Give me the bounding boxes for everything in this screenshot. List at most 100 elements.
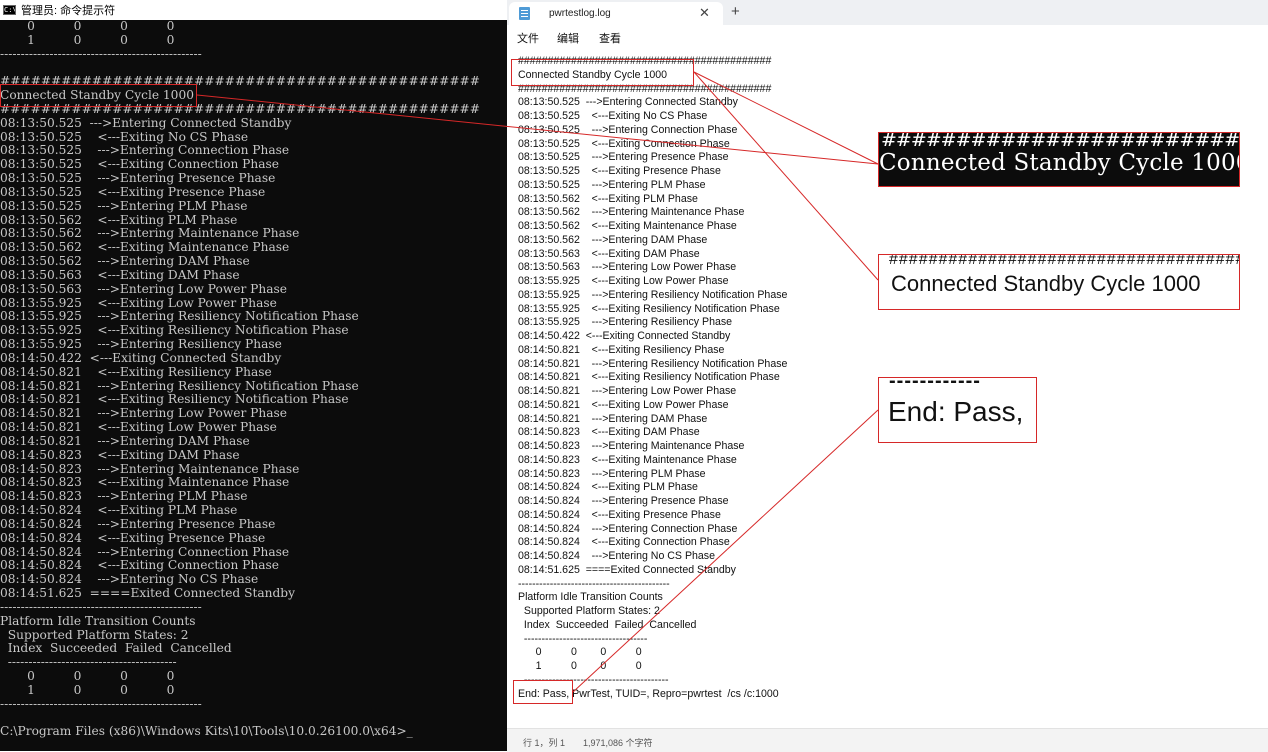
cmd-output-line: 0 0 0 0 bbox=[0, 669, 175, 683]
notepad-text-line: 08:14:50.821 --->Entering Resiliency Not… bbox=[518, 357, 788, 370]
cmd-titlebar[interactable]: C:\ 管理员: 命令提示符 bbox=[0, 0, 507, 20]
status-char-count: 1,971,086 个字符 bbox=[583, 738, 653, 748]
cmd-output-line: 08:13:55.925 --->Entering Resiliency Not… bbox=[0, 309, 359, 324]
zoom1-cycle-text: Connected Standby Cycle 1000 bbox=[879, 150, 1240, 176]
cmd-title: 管理员: 命令提示符 bbox=[21, 5, 116, 17]
tab-pwrtestlog[interactable]: pwrtestlog.log ✕ bbox=[509, 2, 723, 25]
cmd-output-line: 08:14:50.824 <---Exiting PLM Phase bbox=[0, 503, 238, 518]
notepad-text-line: Index Succeeded Failed Cancelled bbox=[518, 618, 697, 631]
notepad-text-line: 08:14:50.824 --->Entering Connection Pha… bbox=[518, 522, 738, 535]
cmd-output-line: 08:14:50.824 --->Entering Connection Pha… bbox=[0, 544, 290, 559]
notepad-text-line: 08:13:50.525 --->Entering PLM Phase bbox=[518, 178, 706, 191]
notepad-text-line: 08:13:50.562 --->Entering Maintenance Ph… bbox=[518, 206, 745, 219]
zoom-callout-end-pass: ------------ End: Pass, bbox=[878, 377, 1037, 443]
cmd-output-line: ----------------------------------------… bbox=[0, 696, 202, 711]
notepad-text-line: 08:13:50.525 <---Exiting Presence Phase bbox=[518, 165, 721, 177]
new-tab-button[interactable]: + bbox=[731, 3, 740, 20]
cmd-output-line: 08:13:50.562 <---Exiting Maintenance Pha… bbox=[0, 240, 290, 255]
notepad-text-line: 08:13:50.563 <---Exiting DAM Phase bbox=[518, 247, 700, 260]
cmd-window[interactable]: C:\ 管理员: 命令提示符 0 0 0 0 1 0 0 0 ----------… bbox=[0, 0, 507, 751]
status-position: 行 1，列 1 bbox=[523, 738, 566, 748]
cmd-output-line: 08:14:50.821 <---Exiting Resiliency Phas… bbox=[0, 364, 272, 379]
cmd-output-line: Supported Platform States: 2 bbox=[0, 627, 189, 642]
cmd-output-line: 08:14:50.422 <---Exiting Connected Stand… bbox=[0, 350, 282, 365]
cmd-output-line: ----------------------------------------… bbox=[0, 46, 202, 61]
cmd-output-line: Index Succeeded Failed Cancelled bbox=[0, 641, 232, 656]
cmd-output-line: 08:13:50.525 <---Exiting Presence Phase bbox=[0, 184, 266, 199]
cmd-output-line: 08:14:50.821 <---Exiting Low Power Phase bbox=[0, 420, 277, 435]
notepad-text-line: 08:13:55.925 --->Entering Resiliency Not… bbox=[518, 288, 788, 301]
notepad-text-line: 08:14:50.422 <---Exiting Connected Stand… bbox=[518, 330, 731, 342]
cmd-output-line: 08:13:50.562 --->Entering Maintenance Ph… bbox=[0, 226, 300, 241]
tab-title: pwrtestlog.log bbox=[549, 8, 611, 19]
cmd-output-line: ----------------------------------------… bbox=[0, 599, 202, 614]
zoom2-hash-line: ########################################… bbox=[889, 254, 1239, 268]
cmd-output-line: 1 0 0 0 bbox=[0, 32, 175, 47]
cmd-output-line: 08:14:50.823 <---Exiting DAM Phase bbox=[0, 447, 240, 462]
zoom-callout-notepad-cycle: ########################################… bbox=[878, 254, 1240, 310]
notepad-text-line: 08:13:55.925 <---Exiting Low Power Phase bbox=[518, 275, 729, 287]
notepad-text-line: 08:14:50.821 <---Exiting Resiliency Phas… bbox=[518, 343, 725, 356]
zoom2-cycle-text: Connected Standby Cycle 1000 bbox=[891, 271, 1201, 296]
notepad-tabbar: pwrtestlog.log ✕ + bbox=[507, 0, 1268, 25]
notepad-window[interactable]: pwrtestlog.log ✕ + 文件 编辑 查看 ############… bbox=[507, 0, 1268, 752]
close-icon[interactable]: ✕ bbox=[699, 5, 710, 21]
notepad-menubar: 文件 编辑 查看 bbox=[507, 25, 1268, 47]
cmd-output-line: 08:14:50.823 --->Entering PLM Phase bbox=[0, 489, 248, 504]
notepad-text-line: 08:13:55.925 --->Entering Resiliency Pha… bbox=[518, 316, 733, 329]
cmd-output-line: 08:14:50.821 --->Entering Resiliency Not… bbox=[0, 378, 359, 393]
notepad-text-line: 0 0 0 0 bbox=[518, 646, 642, 659]
cmd-output-line: 08:14:50.821 <---Exiting Resiliency Noti… bbox=[0, 392, 349, 407]
cmd-output-line: 08:14:50.821 --->Entering Low Power Phas… bbox=[0, 406, 287, 421]
notepad-text-line: 08:14:50.821 <---Exiting Resiliency Noti… bbox=[518, 371, 780, 384]
notepad-text-line: 08:13:55.925 <---Exiting Resiliency Noti… bbox=[518, 302, 780, 315]
cmd-output-line: 08:13:50.525 <---Exiting No CS Phase bbox=[0, 129, 249, 144]
cmd-output-line: 08:13:50.563 <---Exiting DAM Phase bbox=[0, 267, 240, 282]
menu-view[interactable]: 查看 bbox=[599, 30, 621, 46]
cmd-output-line: 08:13:50.525 --->Entering PLM Phase bbox=[0, 198, 248, 213]
notepad-text-line: 08:14:50.823 <---Exiting DAM Phase bbox=[518, 426, 700, 439]
zoom1-hash-line: ########################################… bbox=[881, 132, 1240, 151]
notepad-text-line: 08:14:50.821 --->Entering Low Power Phas… bbox=[518, 385, 737, 397]
cmd-output-line: 08:14:50.824 <---Exiting Connection Phas… bbox=[0, 558, 279, 573]
menu-file[interactable]: 文件 bbox=[517, 30, 539, 46]
notepad-text-line: 08:13:50.562 <---Exiting Maintenance Pha… bbox=[518, 220, 737, 232]
cmd-output-line: 08:13:55.925 --->Entering Resiliency Pha… bbox=[0, 337, 282, 352]
notepad-text-line: 1 0 0 0 bbox=[518, 660, 642, 672]
notepad-text-line: 08:14:50.823 <---Exiting Maintenance Pha… bbox=[518, 453, 737, 466]
cmd-output-line: 08:13:50.562 <---Exiting PLM Phase bbox=[0, 212, 238, 227]
cmd-output-line: Platform Idle Transition Counts bbox=[0, 613, 196, 628]
cmd-output-line: 08:13:50.525 --->Entering Presence Phase bbox=[0, 171, 276, 186]
notepad-text-line: 08:14:50.821 <---Exiting Low Power Phase bbox=[518, 398, 729, 411]
cmd-icon: C:\ bbox=[3, 5, 16, 15]
cmd-output-line: 08:13:55.925 <---Exiting Resiliency Noti… bbox=[0, 323, 349, 338]
zoom-callout-cmd-cycle: ########################################… bbox=[878, 132, 1240, 187]
cmd-output-line: 08:13:50.525 <---Exiting Connection Phas… bbox=[0, 157, 279, 172]
cmd-output-line: 1 0 0 0 bbox=[0, 682, 175, 697]
notepad-text-line: 08:13:50.562 --->Entering DAM Phase bbox=[518, 233, 708, 246]
menu-edit[interactable]: 编辑 bbox=[557, 30, 579, 46]
notepad-text-line: 08:14:50.821 --->Entering DAM Phase bbox=[518, 412, 708, 425]
cmd-output-line: 08:14:50.824 --->Entering No CS Phase bbox=[0, 572, 259, 587]
cmd-output-line: 08:14:50.823 --->Entering Maintenance Ph… bbox=[0, 461, 300, 476]
notepad-text-line: 08:14:50.823 --->Entering Maintenance Ph… bbox=[518, 440, 745, 452]
notepad-text-line: ----------------------------------------… bbox=[518, 577, 670, 590]
zoom3-dash-line: ------------ bbox=[889, 377, 981, 392]
notepad-end-pass-highlight-box bbox=[513, 680, 573, 704]
notepad-text-line: 08:13:50.525 <---Exiting Connection Phas… bbox=[518, 137, 730, 150]
notepad-statusbar: 行 1，列 1 1,971,086 个字符 bbox=[507, 728, 1268, 752]
notepad-text-line: Platform Idle Transition Counts bbox=[518, 591, 663, 604]
notepad-cycle-highlight-box bbox=[511, 59, 694, 86]
notepad-text-line: 08:13:50.525 --->Entering Connected Stan… bbox=[518, 96, 738, 109]
notepad-text-line: 08:14:50.824 <---Exiting PLM Phase bbox=[518, 481, 698, 494]
cmd-output-line: 08:13:50.563 --->Entering Low Power Phas… bbox=[0, 281, 287, 296]
notepad-text-line: 08:14:50.824 --->Entering Presence Phase bbox=[518, 495, 729, 507]
notepad-text-line: 08:13:50.562 <---Exiting PLM Phase bbox=[518, 192, 698, 205]
cmd-output-line: 08:13:50.525 --->Entering Connected Stan… bbox=[0, 115, 292, 130]
notepad-text-line: 08:13:50.563 --->Entering Low Power Phas… bbox=[518, 261, 737, 274]
cmd-cycle-highlight-box bbox=[0, 84, 197, 107]
notepad-text-line: 08:14:50.823 --->Entering PLM Phase bbox=[518, 467, 706, 480]
cmd-output-line: 08:14:50.824 <---Exiting Presence Phase bbox=[0, 530, 266, 545]
notepad-text-line: 08:14:50.824 <---Exiting Connection Phas… bbox=[518, 536, 730, 549]
zoom3-end-text: End: Pass, bbox=[888, 396, 1024, 427]
